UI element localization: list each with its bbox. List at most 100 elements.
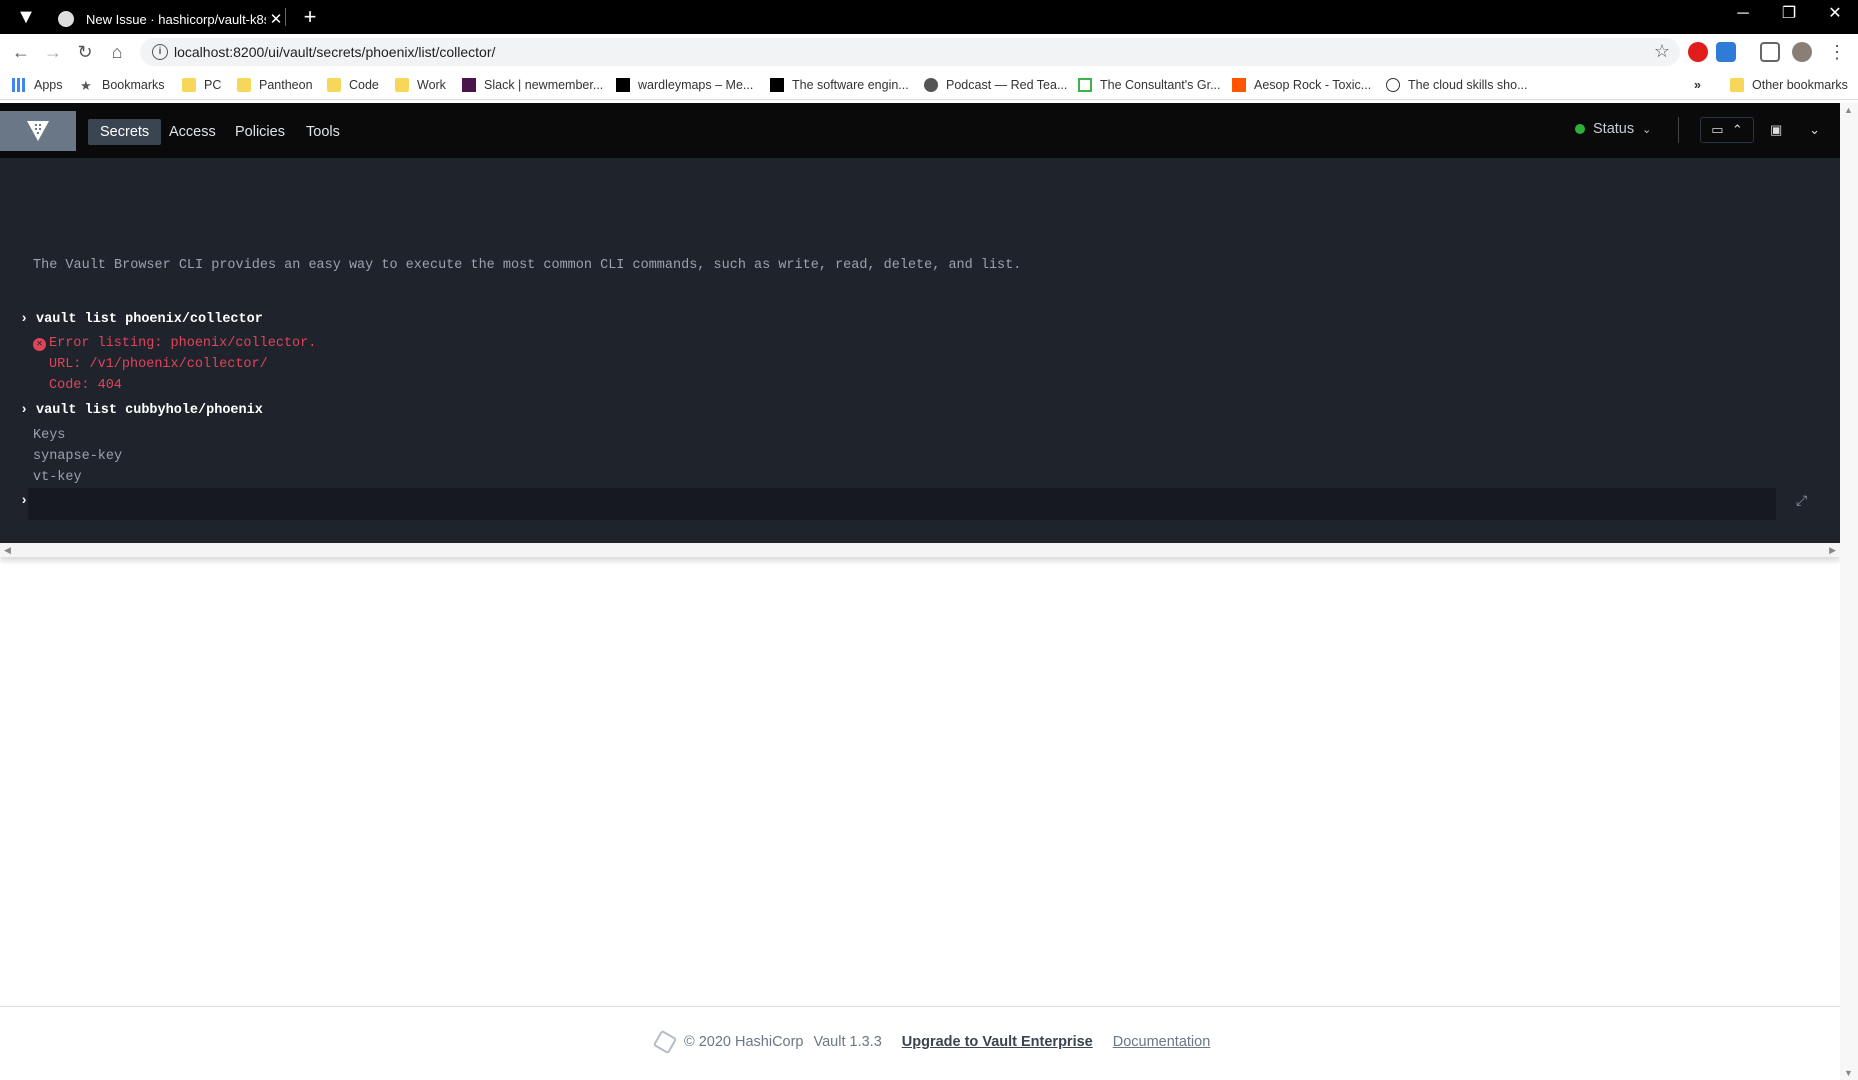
url-text[interactable]: localhost:8200/ui/vault/secrets/phoenix/… [174, 44, 495, 60]
bookmark-pantheon[interactable]: Pantheon [237, 77, 313, 93]
bookmark-apps[interactable]: Apps [12, 77, 63, 93]
terminal-icon: ▭ [1711, 122, 1724, 137]
nav-tools[interactable]: Tools [294, 119, 352, 145]
new-tab-button[interactable]: + [298, 3, 322, 31]
browser-menu-icon[interactable]: ⋮ [1824, 40, 1850, 64]
bookmark-cloud-skills[interactable]: The cloud skills sho... [1386, 77, 1528, 93]
documentation-link[interactable]: Documentation [1113, 1034, 1211, 1050]
browser-tab-bar: ▼ New Issue · hashicorp/vault-k8s ✕ + ─ … [0, 0, 1858, 34]
github-icon [58, 11, 74, 27]
status-menu[interactable]: Status ⌄ [1575, 121, 1651, 137]
folder-icon [237, 78, 251, 92]
browser-tab[interactable]: New Issue · hashicorp/vault-k8s ✕ [48, 4, 286, 34]
bookmark-work[interactable]: Work [395, 77, 446, 93]
console-input[interactable] [28, 488, 1776, 520]
vault-home-logo[interactable] [0, 111, 76, 151]
opera-extension-icon[interactable] [1688, 42, 1708, 62]
minimize-button[interactable]: ─ [1720, 0, 1766, 30]
folder-icon [395, 78, 409, 92]
vault-logo-icon: ▼ [16, 6, 36, 28]
address-toolbar: ← → ↻ ⌂ i localhost:8200/ui/vault/secret… [0, 34, 1858, 70]
upgrade-link[interactable]: Upgrade to Vault Enterprise [902, 1034, 1093, 1050]
close-window-button[interactable]: ✕ [1812, 0, 1858, 30]
output-header: Keys [33, 428, 66, 443]
horizontal-scrollbar[interactable]: ◀ ▶ [0, 543, 1840, 557]
scroll-right-arrow[interactable]: ▶ [1829, 543, 1836, 557]
bookmark-bookmarks[interactable]: ★ Bookmarks [80, 77, 165, 93]
cloud-skills-icon [1386, 78, 1400, 92]
console-command: › vault list phoenix/collector [20, 312, 263, 327]
folder-icon [182, 78, 196, 92]
user-icon: ▣ [1770, 122, 1783, 137]
medium-icon [770, 78, 784, 92]
nav-policies[interactable]: Policies [223, 119, 297, 145]
prompt-chevron-icon: › [20, 312, 29, 327]
home-button[interactable]: ⌂ [104, 40, 130, 64]
back-button[interactable]: ← [8, 40, 34, 64]
expand-console-icon[interactable]: ⤢ [1796, 494, 1807, 510]
scroll-up-arrow[interactable]: ▲ [1844, 105, 1853, 115]
bookmarks-overflow-button[interactable]: » [1694, 77, 1701, 93]
prompt-chevron-icon: › [20, 403, 29, 418]
console-intro: The Vault Browser CLI provides an easy w… [33, 258, 1022, 273]
error-code: Code: 404 [49, 378, 122, 393]
chevron-down-icon: ⌄ [1642, 123, 1652, 136]
output-key: vt-key [33, 470, 82, 485]
bookmark-star-icon[interactable]: ☆ [1654, 41, 1670, 62]
nav-secrets[interactable]: Secrets [88, 119, 162, 145]
cast-icon[interactable] [1760, 42, 1780, 62]
bookmark-wardleymaps[interactable]: wardleymaps – Me... [616, 77, 753, 93]
slack-icon [462, 78, 476, 92]
chevron-up-icon: ⌃ [1731, 122, 1743, 137]
restore-button[interactable]: ❐ [1766, 0, 1812, 30]
tab-title: New Issue · hashicorp/vault-k8s [86, 11, 266, 27]
scroll-down-arrow[interactable]: ▼ [1844, 1068, 1853, 1078]
nav-access[interactable]: Access [157, 119, 228, 145]
nav-divider [1678, 117, 1679, 143]
medium-icon [616, 78, 630, 92]
hashicorp-logo-icon [652, 1029, 678, 1055]
bookmarks-bar: Apps ★ Bookmarks PC Pantheon Code Work Sl… [0, 70, 1858, 100]
version-text: Vault 1.3.3 [813, 1034, 882, 1050]
profile-avatar[interactable] [1792, 42, 1812, 62]
vault-triangle-icon [27, 121, 49, 141]
bookmark-slack[interactable]: Slack | newmember... [462, 77, 603, 93]
url-bar[interactable]: i localhost:8200/ui/vault/secrets/phoeni… [140, 38, 1680, 66]
consultant-icon [1078, 78, 1092, 92]
folder-icon [327, 78, 341, 92]
error-url: URL: /v1/phoenix/collector/ [49, 357, 268, 372]
browser-cli-console: The Vault Browser CLI provides an easy w… [0, 158, 1840, 543]
forward-button[interactable]: → [40, 40, 66, 64]
user-menu-button[interactable]: ▣ ⌄ [1770, 117, 1820, 143]
bookmark-podcast[interactable]: Podcast — Red Tea... [924, 77, 1067, 93]
page-footer: © 2020 HashiCorp Vault 1.3.3 Upgrade to … [0, 1006, 1840, 1080]
copyright-text: © 2020 HashiCorp [684, 1034, 804, 1050]
output-key: synapse-key [33, 449, 123, 464]
prompt-chevron-icon: › [20, 494, 29, 509]
extension-icon[interactable] [1716, 42, 1736, 62]
apps-grid-icon [12, 78, 26, 92]
bookmark-software-engineering[interactable]: The software engin... [770, 77, 909, 93]
bookmark-aesop-rock[interactable]: Aesop Rock - Toxic... [1232, 77, 1371, 93]
vertical-scrollbar[interactable]: ▲ ▼ [1840, 103, 1858, 1080]
error-icon: ✕ [33, 338, 46, 351]
bookmark-pc[interactable]: PC [182, 77, 221, 93]
site-info-icon[interactable]: i [152, 44, 168, 60]
close-tab-icon[interactable]: ✕ [266, 10, 286, 28]
reload-button[interactable]: ↻ [72, 40, 98, 64]
bookmark-consultant[interactable]: The Consultant's Gr... [1078, 77, 1221, 93]
chevron-down-icon: ⌄ [1809, 122, 1820, 137]
console-toggle-button[interactable]: ▭ ⌃ [1700, 117, 1754, 143]
star-icon: ★ [80, 78, 92, 93]
bookmark-code[interactable]: Code [327, 77, 379, 93]
error-message: ✕ Error listing: phoenix/collector. [33, 336, 316, 351]
other-bookmarks[interactable]: Other bookmarks [1730, 77, 1848, 93]
scroll-left-arrow[interactable]: ◀ [4, 543, 11, 557]
console-command: › vault list cubbyhole/phoenix [20, 403, 263, 418]
podcast-icon [924, 78, 938, 92]
status-ok-icon [1575, 124, 1585, 134]
folder-icon [1730, 78, 1744, 92]
vault-header: Secrets Access Policies Tools Status ⌄ ▭… [0, 103, 1840, 158]
soundcloud-icon [1232, 78, 1246, 92]
tab-divider [285, 8, 286, 26]
